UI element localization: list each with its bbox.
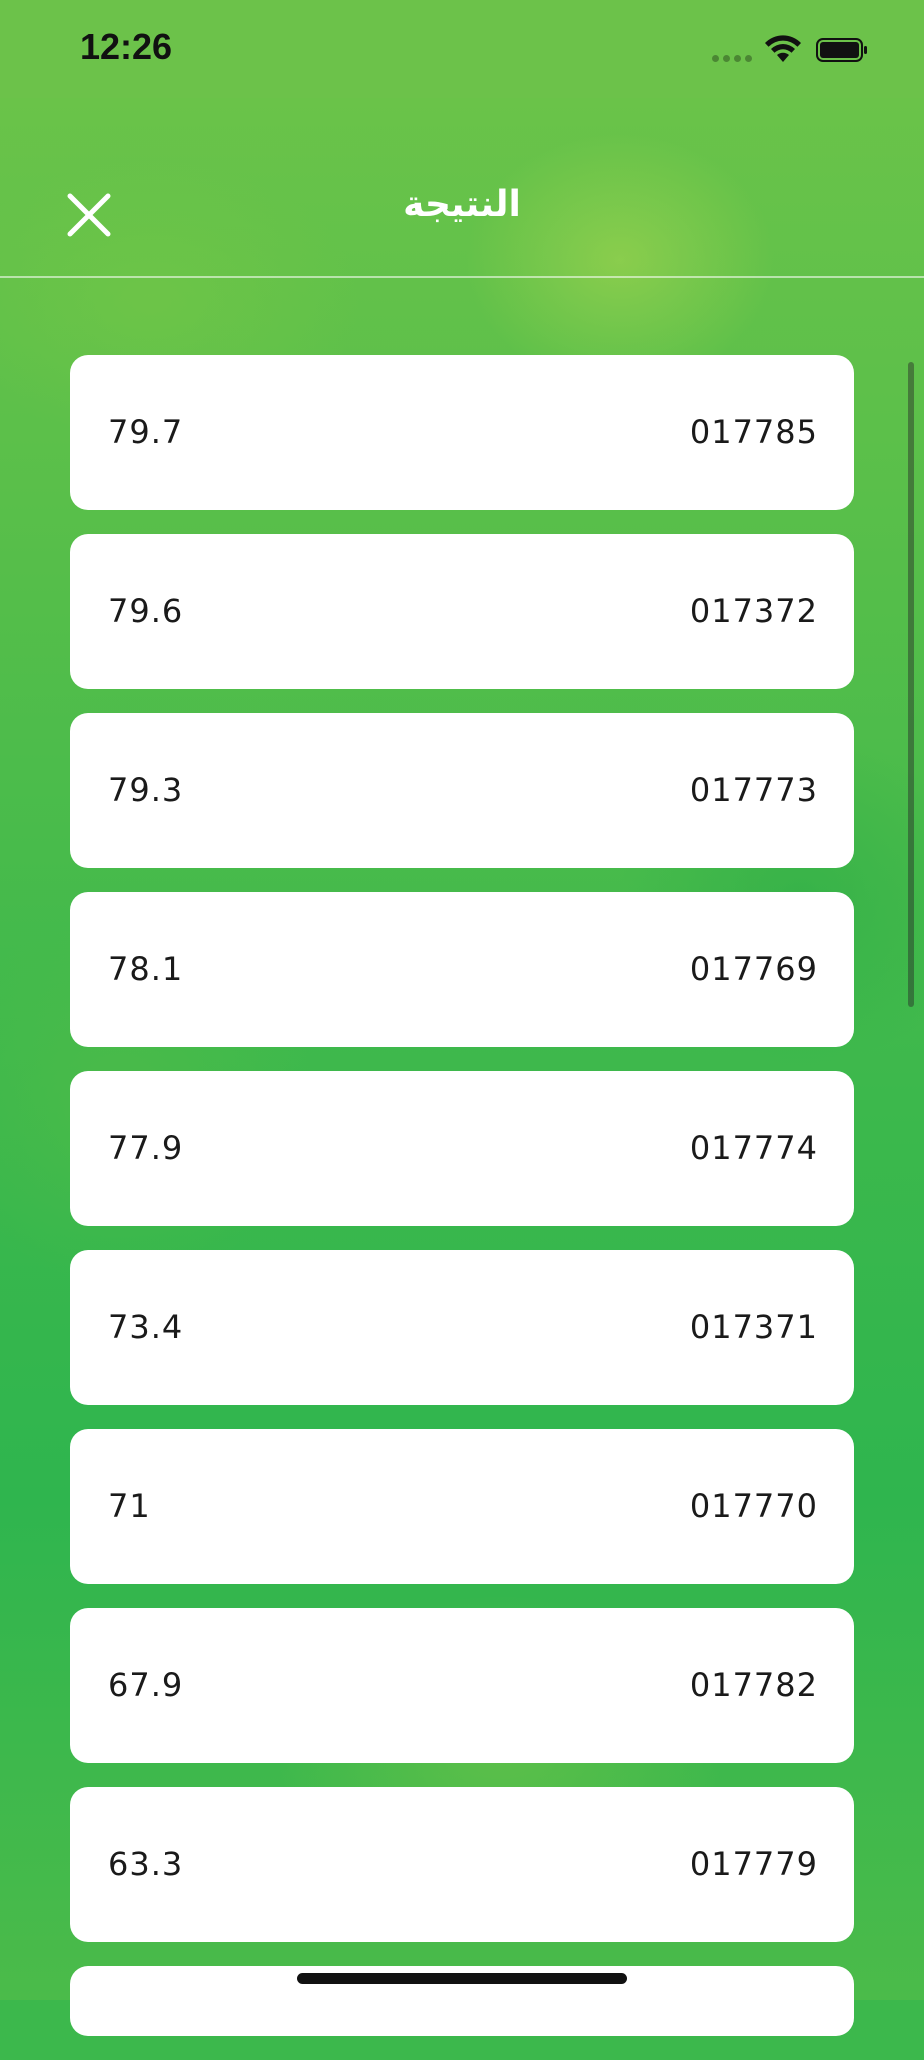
result-row[interactable]: 71 017770 — [70, 1429, 854, 1584]
result-score: 67.9 — [108, 1666, 184, 1704]
home-indicator[interactable] — [297, 1973, 627, 1984]
result-score: 79.3 — [108, 771, 184, 809]
status-time: 12:26 — [80, 26, 173, 67]
result-score: 63.3 — [108, 1845, 184, 1883]
result-code: 017769 — [689, 950, 818, 988]
result-row[interactable]: 73.4 017371 — [70, 1250, 854, 1405]
header-divider — [0, 276, 924, 278]
result-row[interactable]: 78.1 017769 — [70, 892, 854, 1047]
result-score: 79.6 — [108, 592, 184, 630]
result-row[interactable]: 79.6 017372 — [70, 534, 854, 689]
result-score: 78.1 — [108, 950, 184, 988]
cellular-signal-icon — [712, 55, 754, 63]
result-code: 017782 — [689, 1666, 818, 1704]
result-code: 017371 — [689, 1308, 818, 1346]
result-code: 017372 — [689, 592, 818, 630]
result-score: 77.9 — [108, 1129, 184, 1167]
results-list: 79.7 017785 79.6 017372 79.3 017773 78.1… — [70, 355, 854, 2060]
result-score: 79.7 — [108, 413, 184, 451]
battery-icon — [816, 38, 867, 62]
scrollbar[interactable] — [908, 362, 914, 1007]
result-score: 71 — [108, 1487, 151, 1525]
result-row[interactable]: 67.9 017782 — [70, 1608, 854, 1763]
result-code: 017785 — [689, 413, 818, 451]
result-code: 017773 — [689, 771, 818, 809]
result-row[interactable]: 79.7 017785 — [70, 355, 854, 510]
result-row[interactable]: 79.3 017773 — [70, 713, 854, 868]
result-score: 73.4 — [108, 1308, 184, 1346]
result-code: 017779 — [689, 1845, 818, 1883]
page-title: النتيجة — [403, 184, 521, 225]
status-bar: 12:26 — [0, 0, 924, 98]
header: النتيجة — [0, 98, 924, 278]
close-icon[interactable] — [62, 188, 116, 242]
result-code: 017774 — [689, 1129, 818, 1167]
result-code: 017770 — [689, 1487, 818, 1525]
result-row[interactable]: 77.9 017774 — [70, 1071, 854, 1226]
wifi-icon — [765, 35, 801, 62]
result-row[interactable]: 63.3 017779 — [70, 1787, 854, 1942]
